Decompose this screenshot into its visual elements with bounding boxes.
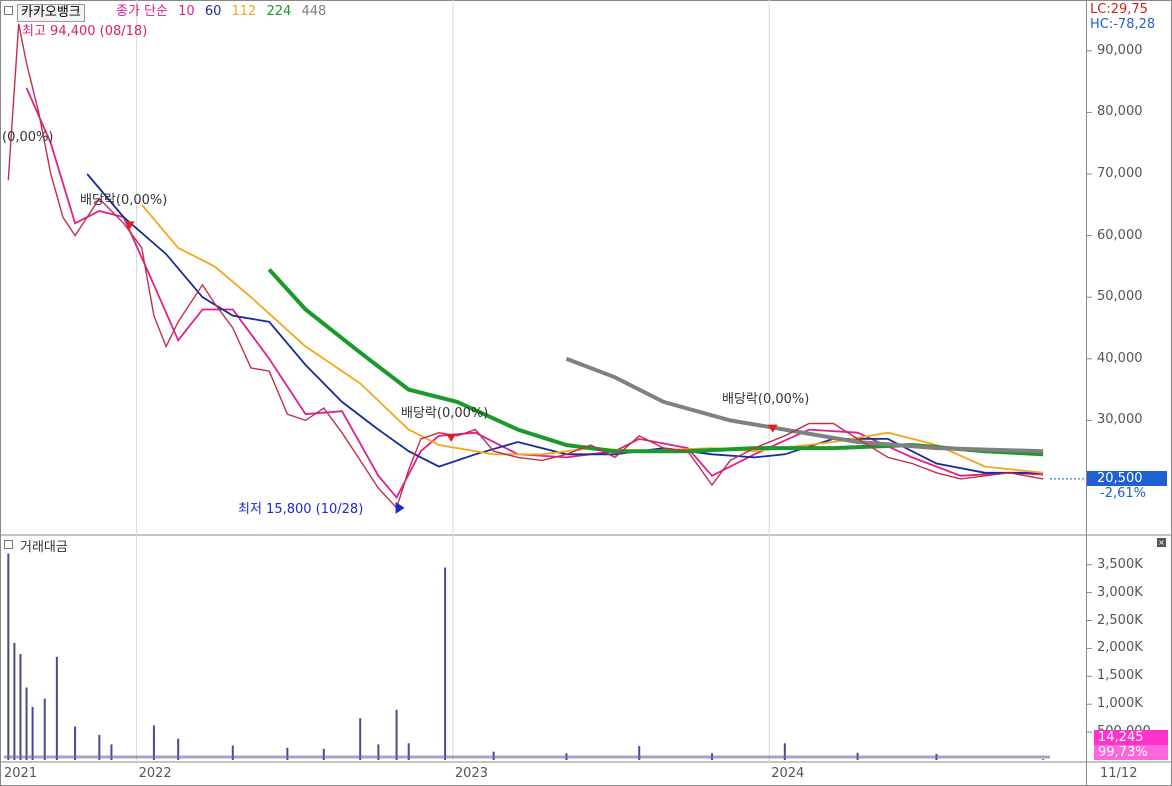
volume-pct-tag: 99,73% xyxy=(1094,745,1168,760)
x-tick-label: 2022 xyxy=(138,766,172,781)
hc-label: HC:-78,28 xyxy=(1090,17,1156,32)
high-label: 최고 94,400 (08/18) xyxy=(22,24,148,39)
legend-ma-448[interactable]: 448 xyxy=(301,4,326,19)
volume-tick-label: 3,000K xyxy=(1097,584,1143,600)
low-marker xyxy=(395,501,405,514)
volume-bar xyxy=(152,725,155,760)
menu-box-icon[interactable] xyxy=(4,6,13,15)
legend-prefix: 종가 단순 xyxy=(116,4,168,19)
price-tick-label: 90,000 xyxy=(1097,42,1143,58)
volume-pane-title: 거래대금 xyxy=(20,540,68,555)
low-label: 최저 15,800 (10/28) xyxy=(238,502,364,517)
volume-bar xyxy=(25,687,28,760)
volume-bar xyxy=(31,707,34,760)
volume-tick-label: 1,000K xyxy=(1097,696,1143,712)
ma-line-112 xyxy=(141,204,1044,474)
price-tick-label: 60,000 xyxy=(1097,227,1143,243)
volume-bar xyxy=(1042,759,1045,760)
current-price-tag: 20,500 xyxy=(1087,471,1167,486)
legend-ma-60[interactable]: 60 xyxy=(205,4,222,19)
volume-tick-label: 1,500K xyxy=(1097,668,1143,684)
legend-ma-112[interactable]: 112 xyxy=(232,4,257,19)
volume-current-tag: 14,245 xyxy=(1094,730,1168,745)
volume-bar xyxy=(19,654,22,760)
volume-tick-label: 2,500K xyxy=(1097,612,1143,628)
outer-frame xyxy=(0,0,1172,786)
close-price-line xyxy=(7,23,1044,510)
x-tick-label: 2021 xyxy=(4,766,38,781)
volume-bar xyxy=(395,709,398,760)
dividend-label-1: 배당락(0,00%) xyxy=(80,193,168,208)
price-tick-label: 40,000 xyxy=(1097,350,1143,366)
chart-canvas xyxy=(0,0,1172,786)
volume-bar xyxy=(55,656,58,760)
lc-label: LC:29,75 xyxy=(1090,2,1148,17)
legend-ma-10[interactable]: 10 xyxy=(178,4,195,19)
volume-bar xyxy=(444,567,447,760)
dividend-label-3: 배당락(0,00%) xyxy=(722,392,810,407)
ma-line-224 xyxy=(267,268,1044,457)
volume-bar xyxy=(7,553,10,760)
dividend-label-2: 배당락(0,00%) xyxy=(401,406,489,421)
x-tick-label: 2024 xyxy=(771,766,805,781)
change-pct-label: -2,61% xyxy=(1100,486,1146,501)
volume-bar xyxy=(359,718,362,760)
price-tick-label: 50,000 xyxy=(1097,289,1143,305)
legend-ma-224[interactable]: 224 xyxy=(266,4,291,19)
price-tick-label: 30,000 xyxy=(1097,412,1143,428)
x-end-label: 11/12 xyxy=(1100,766,1138,781)
dividend-marker xyxy=(446,433,457,442)
price-tick-label: 70,000 xyxy=(1097,166,1143,181)
dividend-label-0: (0,00%) xyxy=(2,130,54,145)
volume-tick-label: 2,000K xyxy=(1097,640,1143,656)
volume-bar xyxy=(43,698,46,760)
volume-bar xyxy=(74,726,77,760)
price-tick-label: 80,000 xyxy=(1097,104,1143,120)
x-tick-label: 2023 xyxy=(454,766,488,781)
legend: 종가 단순 10 60 112 224 448 xyxy=(116,4,332,20)
volume-tick-label: 3,500K xyxy=(1097,556,1143,572)
ma-line-60 xyxy=(86,173,1044,474)
volume-bar xyxy=(13,642,16,760)
volume-pane-close-icon[interactable]: × xyxy=(1157,538,1166,547)
chart-window: 카카오뱅크 종가 단순 10 60 112 224 448 최고 94,400 … xyxy=(0,0,1172,786)
volume-pane-box-icon[interactable] xyxy=(4,540,13,549)
